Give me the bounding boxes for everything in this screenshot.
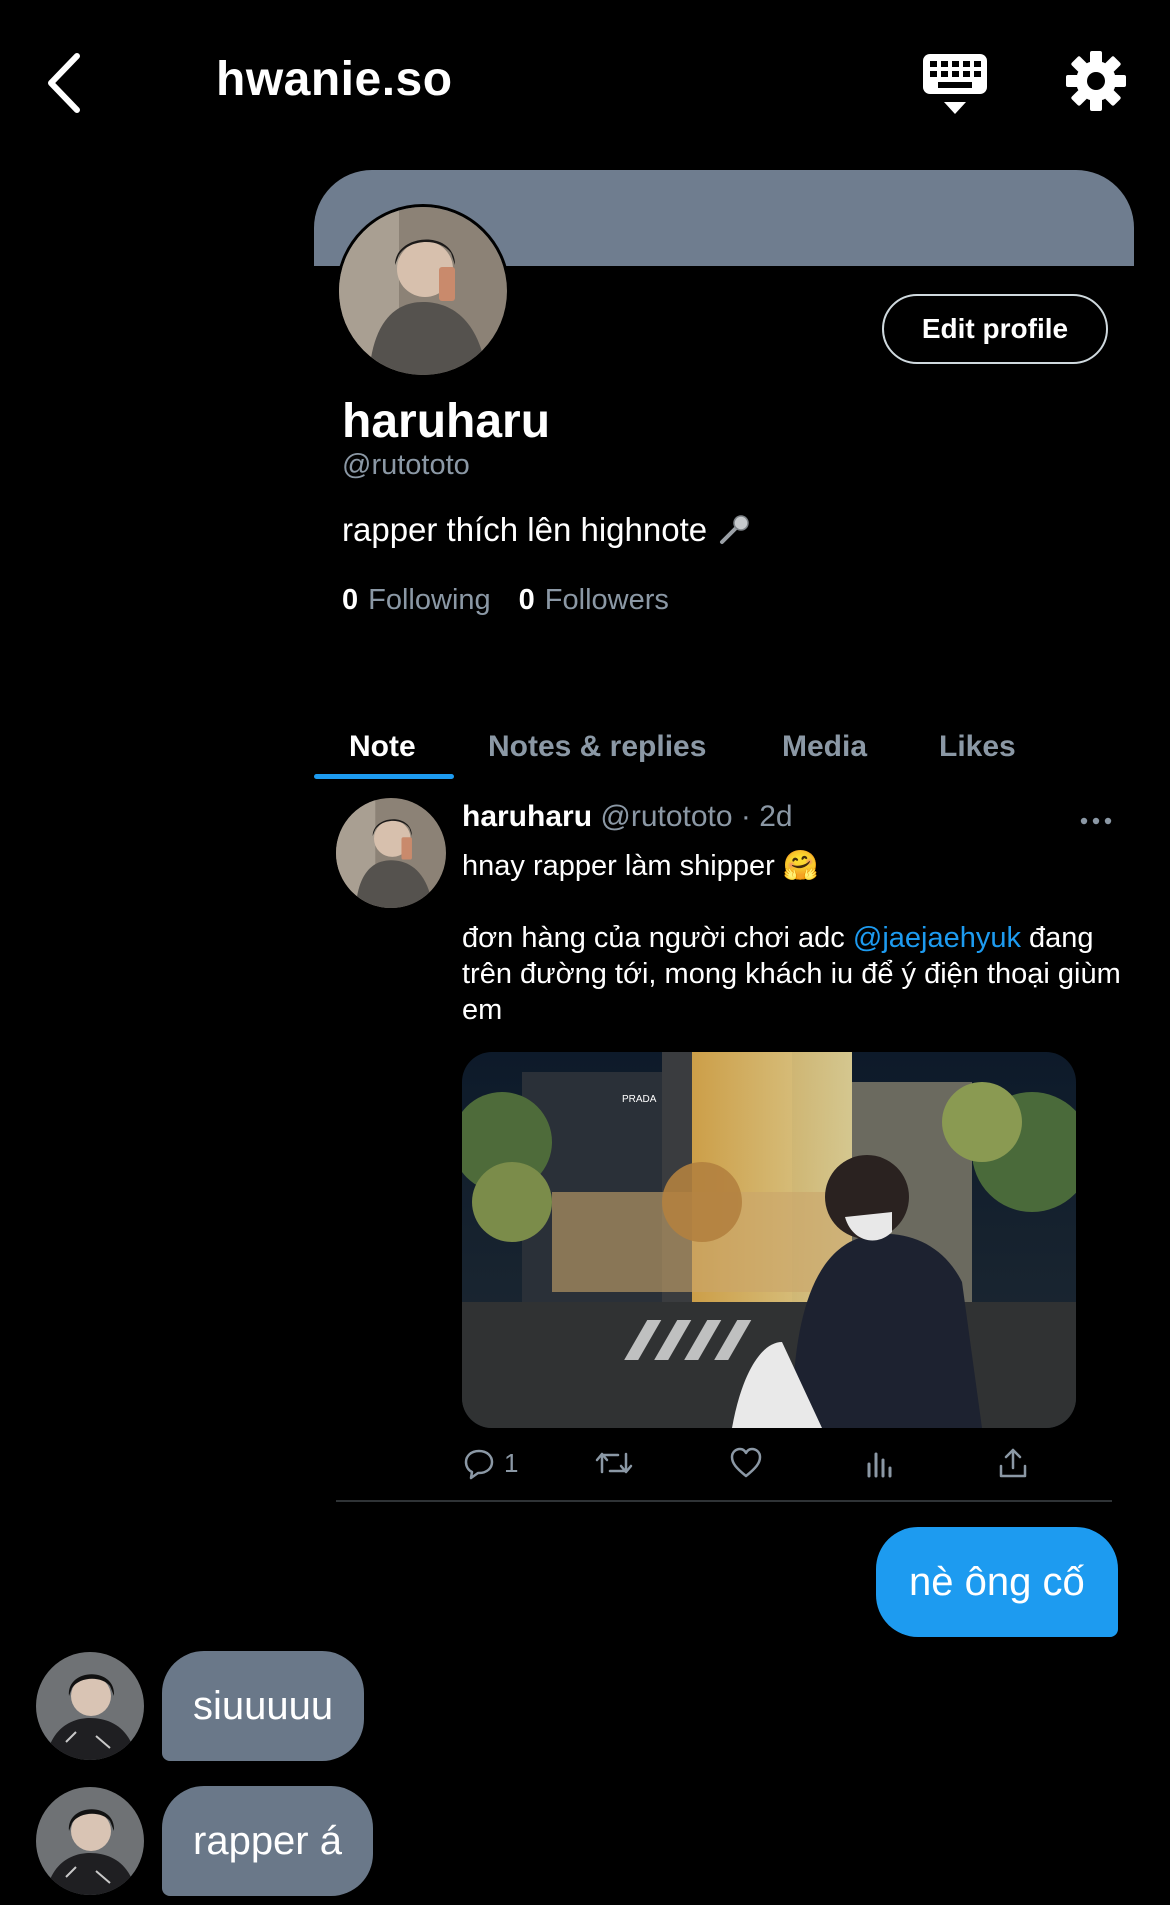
reply-count: 1 xyxy=(504,1447,519,1478)
tab-notes-replies[interactable]: Notes & replies xyxy=(488,730,706,796)
retweet-icon xyxy=(595,1452,633,1474)
profile-display-name: haruharu xyxy=(342,395,551,448)
sent-message-bubble[interactable]: nè ông cố xyxy=(876,1527,1118,1637)
tab-note[interactable]: Note xyxy=(349,730,416,796)
analytics-button[interactable] xyxy=(862,1438,896,1488)
note-timestamp: 2d xyxy=(759,800,793,833)
active-tab-indicator xyxy=(314,774,454,779)
followers-count: 0 xyxy=(518,584,535,616)
note-line-2: đơn hàng của người chơi adc @jaejaehyuk … xyxy=(462,920,1122,1028)
settings-button[interactable] xyxy=(1065,50,1131,116)
follow-stats: 0 Following 0 Followers xyxy=(342,584,669,617)
followers-label: Followers xyxy=(544,584,669,616)
received-message-row: rapper á xyxy=(36,1786,373,1896)
following-label: Following xyxy=(368,584,491,616)
note-line-1: hnay rapper làm shipper 🤗 xyxy=(462,848,1122,884)
hugging-face-emoji-icon: 🤗 xyxy=(782,850,819,882)
note-more-button[interactable] xyxy=(1076,806,1116,836)
note-photo[interactable]: PRADA xyxy=(462,1052,1076,1428)
following-count: 0 xyxy=(342,584,359,616)
contact-avatar[interactable] xyxy=(36,1787,144,1895)
profile-tabs: Note Notes & replies Media Likes xyxy=(314,690,1134,763)
microphone-icon xyxy=(720,515,749,544)
edit-profile-button[interactable]: Edit profile xyxy=(882,294,1108,364)
note-header: haruharu @rutototo · 2d xyxy=(462,800,793,834)
share-button[interactable] xyxy=(996,1438,1030,1488)
note-mention-link[interactable]: @jaejaehyuk xyxy=(853,922,1021,954)
received-message-row: siuuuuu xyxy=(36,1651,365,1761)
note-author-handle: @rutototo xyxy=(600,800,733,833)
reply-icon xyxy=(464,1449,494,1480)
followers-stat[interactable]: 0 Followers xyxy=(519,584,669,617)
note-actions-bar: 1 xyxy=(462,1438,1122,1488)
shared-profile-card[interactable]: Edit profile haruharu @rutototo rapper t… xyxy=(314,170,1134,1503)
contact-avatar[interactable] xyxy=(36,1652,144,1760)
received-message-bubble[interactable]: siuuuuu xyxy=(162,1651,365,1761)
note-divider xyxy=(336,1500,1112,1502)
note-line-1-text: hnay rapper làm shipper xyxy=(462,850,775,882)
analytics-icon xyxy=(867,1452,892,1478)
note-body: hnay rapper làm shipper 🤗 đơn hàng của n… xyxy=(462,848,1122,1028)
note-author-name[interactable]: haruharu xyxy=(462,800,592,833)
profile-bio-text: rapper thích lên highnote xyxy=(342,511,708,548)
profile-handle: @rutototo xyxy=(342,449,470,481)
tab-likes[interactable]: Likes xyxy=(939,730,1016,796)
received-message-bubble[interactable]: rapper á xyxy=(162,1786,373,1896)
profile-bio: rapper thích lên highnote xyxy=(342,511,751,549)
chevron-left-icon xyxy=(48,53,80,113)
photo-store-sign: PRADA xyxy=(622,1094,657,1105)
keyboard-button[interactable] xyxy=(920,50,990,122)
profile-avatar[interactable] xyxy=(336,204,510,378)
note-separator: · xyxy=(740,800,751,833)
retweet-button[interactable] xyxy=(594,1438,634,1488)
like-button[interactable] xyxy=(728,1438,764,1488)
back-button[interactable] xyxy=(40,48,90,118)
more-horizontal-icon xyxy=(1080,817,1112,825)
tab-media[interactable]: Media xyxy=(782,730,867,796)
note-line-2-text: đơn hàng của người chơi adc xyxy=(462,922,845,954)
note-author-avatar[interactable] xyxy=(336,798,446,908)
heart-icon xyxy=(730,1447,762,1478)
gear-icon xyxy=(1066,51,1126,111)
keyboard-icon xyxy=(923,54,987,114)
share-icon xyxy=(999,1448,1027,1478)
reply-button[interactable]: 1 xyxy=(462,1438,518,1488)
following-stat[interactable]: 0 Following xyxy=(342,584,491,617)
chat-title: hwanie.so xyxy=(216,53,453,106)
